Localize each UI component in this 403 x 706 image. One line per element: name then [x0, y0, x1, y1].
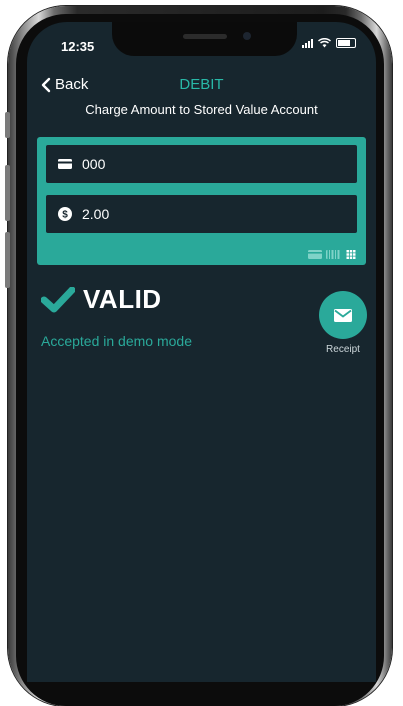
envelope-icon: [334, 308, 352, 322]
card-number-value: 000: [82, 156, 106, 172]
checkmark-icon: [41, 286, 75, 312]
dollar-icon: $: [58, 207, 72, 221]
signal-icon: [302, 38, 313, 48]
battery-icon: [336, 38, 356, 48]
status-icons: [302, 38, 356, 48]
wifi-icon: [318, 38, 331, 48]
payment-entry-panel: 000 $ 2.00: [37, 137, 366, 265]
keypad-icon[interactable]: [344, 250, 358, 259]
amount-field[interactable]: $ 2.00: [46, 195, 357, 233]
volume-up-button: [5, 165, 10, 221]
amount-value: 2.00: [82, 206, 110, 222]
result-status: VALID: [41, 284, 162, 315]
input-mode-selector: [308, 250, 358, 259]
nav-bar: Back DEBIT: [27, 76, 376, 98]
card-swipe-icon[interactable]: [308, 250, 322, 259]
app-screen: 12:35 Back DEBIT Charge Amount to Stored…: [27, 22, 376, 682]
speaker: [183, 34, 227, 39]
notch: [112, 22, 297, 56]
front-camera: [243, 32, 251, 40]
card-icon: [58, 157, 72, 171]
svg-text:$: $: [62, 210, 68, 221]
status-text: VALID: [83, 284, 162, 314]
status-time: 12:35: [61, 39, 95, 54]
receipt-label: Receipt: [326, 344, 360, 355]
receipt-button[interactable]: [319, 291, 367, 339]
mute-switch: [5, 112, 10, 138]
status-message: Accepted in demo mode: [41, 333, 192, 349]
barcode-icon[interactable]: [326, 250, 340, 259]
volume-down-button: [5, 232, 10, 288]
card-number-field[interactable]: 000: [46, 145, 357, 183]
page-subtitle: Charge Amount to Stored Value Account: [85, 102, 318, 117]
page-title: DEBIT: [179, 76, 224, 93]
